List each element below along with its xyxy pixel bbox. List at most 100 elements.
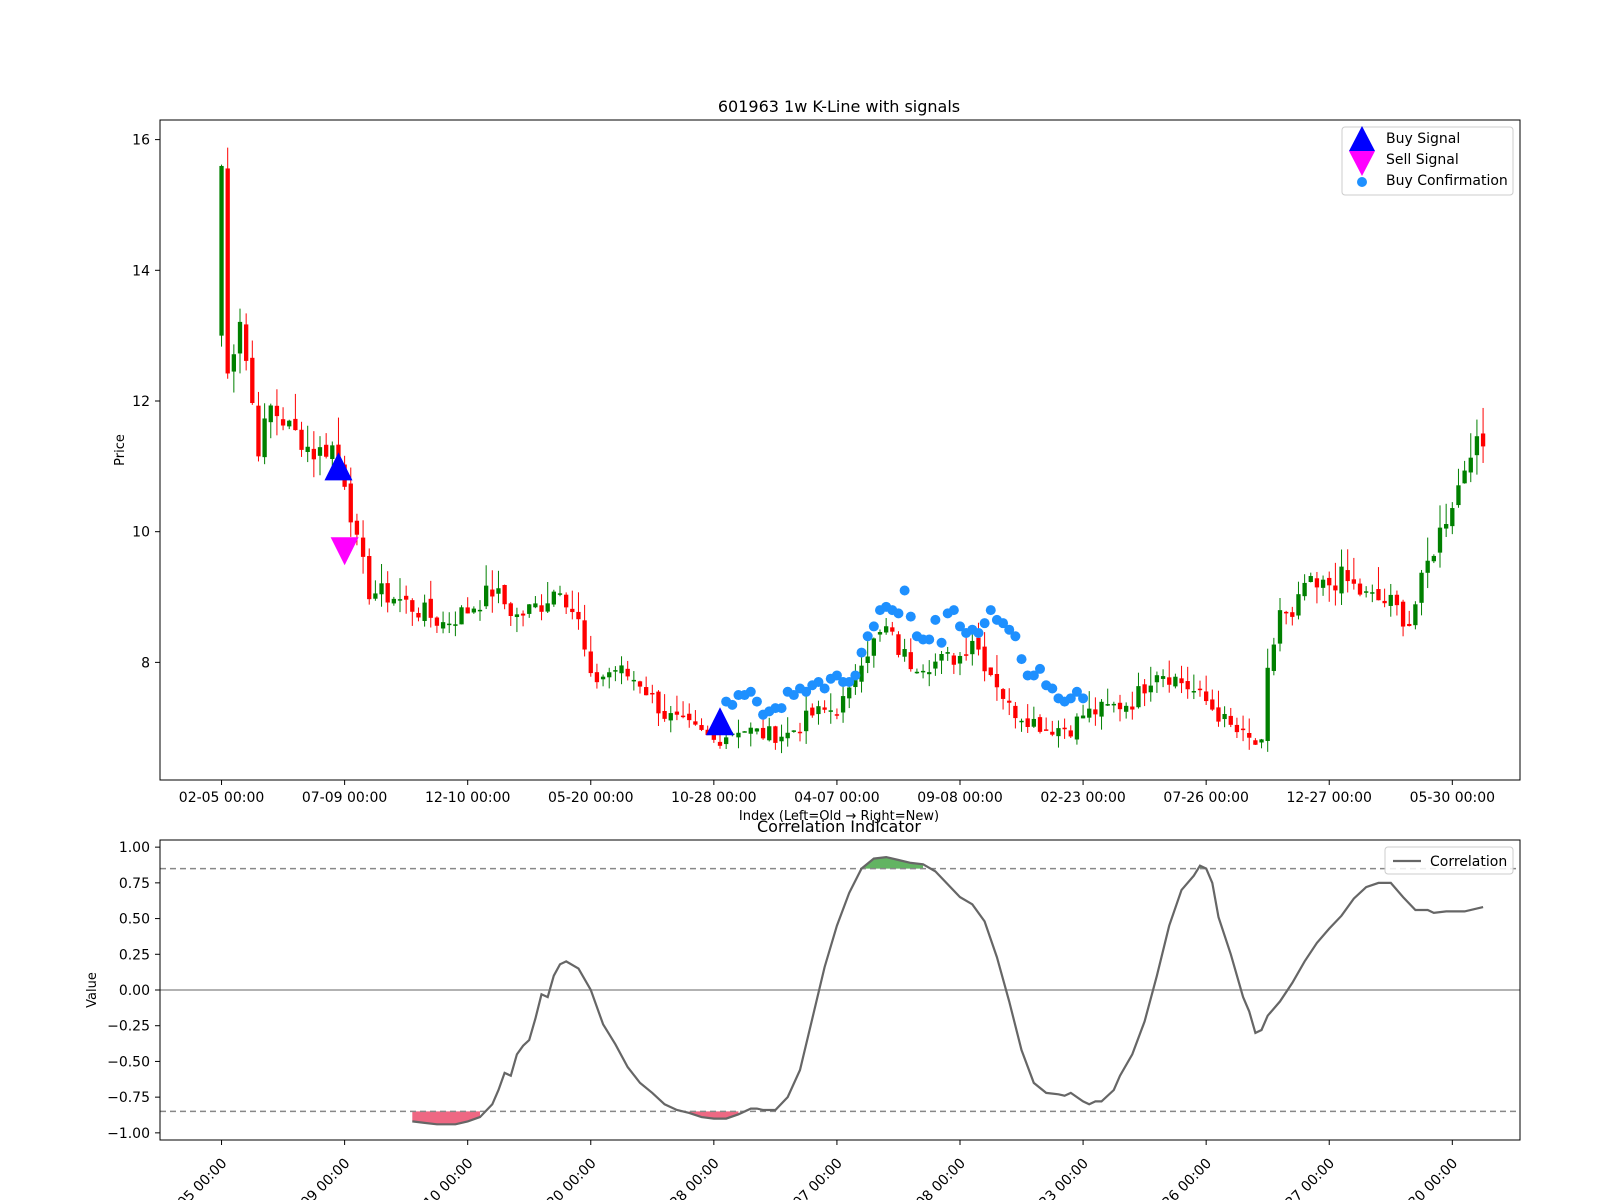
candle-body bbox=[1099, 701, 1104, 717]
candle-body bbox=[1228, 715, 1233, 725]
kline-x-tick-label: 02-05 00:00 bbox=[179, 790, 264, 806]
candle-body bbox=[484, 585, 489, 607]
buy-confirmation-point bbox=[979, 618, 990, 629]
candle-body bbox=[637, 681, 643, 687]
candle-body bbox=[1444, 524, 1449, 529]
kline-y-tick-label: 8 bbox=[141, 655, 150, 671]
buy-confirmation-point bbox=[1078, 693, 1089, 704]
candle-body bbox=[1388, 594, 1393, 606]
candle-body bbox=[311, 448, 316, 460]
candle-body bbox=[317, 447, 323, 456]
candle-body bbox=[791, 730, 796, 732]
candle-body bbox=[237, 321, 243, 354]
candle-body bbox=[582, 620, 587, 650]
buy-confirmation-point bbox=[868, 621, 879, 632]
buy-confirmation-point bbox=[936, 637, 947, 648]
candle-body bbox=[231, 354, 236, 372]
candle-body bbox=[1154, 675, 1160, 683]
candle-body bbox=[1333, 585, 1338, 591]
correlation-y-tick-label: −0.25 bbox=[107, 1019, 150, 1035]
candle-body bbox=[1364, 591, 1369, 593]
candle-body bbox=[348, 483, 353, 523]
kline-x-tick-label: 05-20 00:00 bbox=[548, 790, 633, 806]
buy-confirmation-point bbox=[905, 611, 916, 622]
candle-body bbox=[219, 165, 224, 336]
candle-body bbox=[1062, 727, 1067, 730]
candle-body bbox=[804, 710, 809, 732]
candle-body bbox=[1025, 718, 1030, 727]
candle-body bbox=[674, 711, 680, 715]
kline-x-tick-label: 07-09 00:00 bbox=[302, 790, 387, 806]
candle-body bbox=[447, 623, 452, 626]
candle-body bbox=[908, 652, 913, 670]
candle-body bbox=[1376, 589, 1381, 601]
candle-body bbox=[933, 661, 938, 669]
candle-body bbox=[1031, 718, 1036, 727]
buy-confirmation-point bbox=[856, 647, 867, 658]
candle-body bbox=[367, 556, 372, 600]
candle-body bbox=[1400, 601, 1406, 627]
candle-body bbox=[607, 672, 612, 678]
candle-body bbox=[964, 654, 969, 656]
legend-buy-confirmation: Buy Confirmation bbox=[1386, 173, 1508, 189]
candle-body bbox=[619, 665, 624, 674]
candle-body bbox=[1087, 708, 1092, 718]
candle-body bbox=[274, 405, 280, 417]
candle-body bbox=[268, 405, 273, 423]
correlation-x-tick-label: 05-30 00:00 bbox=[1389, 1156, 1461, 1200]
candle-body bbox=[1382, 600, 1387, 604]
candle-body bbox=[613, 670, 618, 672]
buy-confirmation-point bbox=[745, 686, 756, 697]
candle-body bbox=[797, 731, 803, 734]
candle-body bbox=[927, 672, 932, 675]
kline-x-tick-label: 04-07 00:00 bbox=[794, 790, 879, 806]
candle-body bbox=[471, 608, 476, 613]
kline-x-tick-label: 09-08 00:00 bbox=[917, 790, 1002, 806]
candle-body bbox=[299, 429, 304, 450]
candle-body bbox=[1204, 691, 1209, 702]
candle-body bbox=[1296, 594, 1301, 616]
correlation-y-tick-label: 0.25 bbox=[119, 947, 150, 963]
correlation-y-tick-label: 0.50 bbox=[119, 912, 150, 928]
candle-body bbox=[810, 707, 815, 716]
buy-confirmation-point bbox=[948, 605, 959, 616]
buy-confirmation-point bbox=[899, 585, 910, 596]
kline-y-tick-label: 14 bbox=[132, 263, 150, 279]
correlation-x-tick-label: 02-23 00:00 bbox=[1020, 1156, 1092, 1200]
candle-body bbox=[1019, 720, 1024, 723]
candle-body bbox=[1191, 691, 1196, 693]
candle-body bbox=[496, 588, 501, 594]
candle-body bbox=[1456, 485, 1461, 506]
candle-body bbox=[1271, 644, 1276, 671]
buy-confirmation-point bbox=[862, 631, 873, 642]
kline-y-tick-label: 16 bbox=[132, 133, 150, 149]
candle-body bbox=[976, 637, 981, 650]
candle-body bbox=[1277, 610, 1283, 644]
correlation-x-tick-label: 09-08 00:00 bbox=[897, 1156, 969, 1200]
kline-x-tick-label: 02-23 00:00 bbox=[1040, 790, 1125, 806]
candle-body bbox=[1480, 433, 1486, 447]
candle-body bbox=[1105, 704, 1110, 706]
candle-body bbox=[379, 583, 384, 595]
kline-x-tick-label: 12-27 00:00 bbox=[1286, 790, 1371, 806]
kline-y-tick-label: 10 bbox=[132, 525, 150, 541]
candle-body bbox=[1314, 578, 1320, 588]
buy-confirmation-point bbox=[924, 634, 935, 645]
candle-body bbox=[785, 732, 790, 739]
candle-body bbox=[1407, 623, 1412, 627]
candle-body bbox=[754, 728, 760, 732]
candle-body bbox=[1148, 685, 1153, 693]
buy-confirmation-point bbox=[1010, 631, 1021, 642]
candle-body bbox=[1253, 740, 1258, 745]
candle-body bbox=[1044, 729, 1049, 731]
kline-x-tick-label: 10-28 00:00 bbox=[671, 790, 756, 806]
candle-body bbox=[520, 613, 526, 616]
candle-body bbox=[945, 652, 950, 654]
candle-body bbox=[1007, 700, 1012, 703]
candle-body bbox=[262, 418, 267, 458]
candle-body bbox=[939, 653, 944, 661]
candle-body bbox=[902, 649, 907, 657]
candle-body bbox=[453, 624, 458, 626]
buy-confirmation-point bbox=[1047, 683, 1058, 694]
candle-body bbox=[594, 672, 600, 683]
